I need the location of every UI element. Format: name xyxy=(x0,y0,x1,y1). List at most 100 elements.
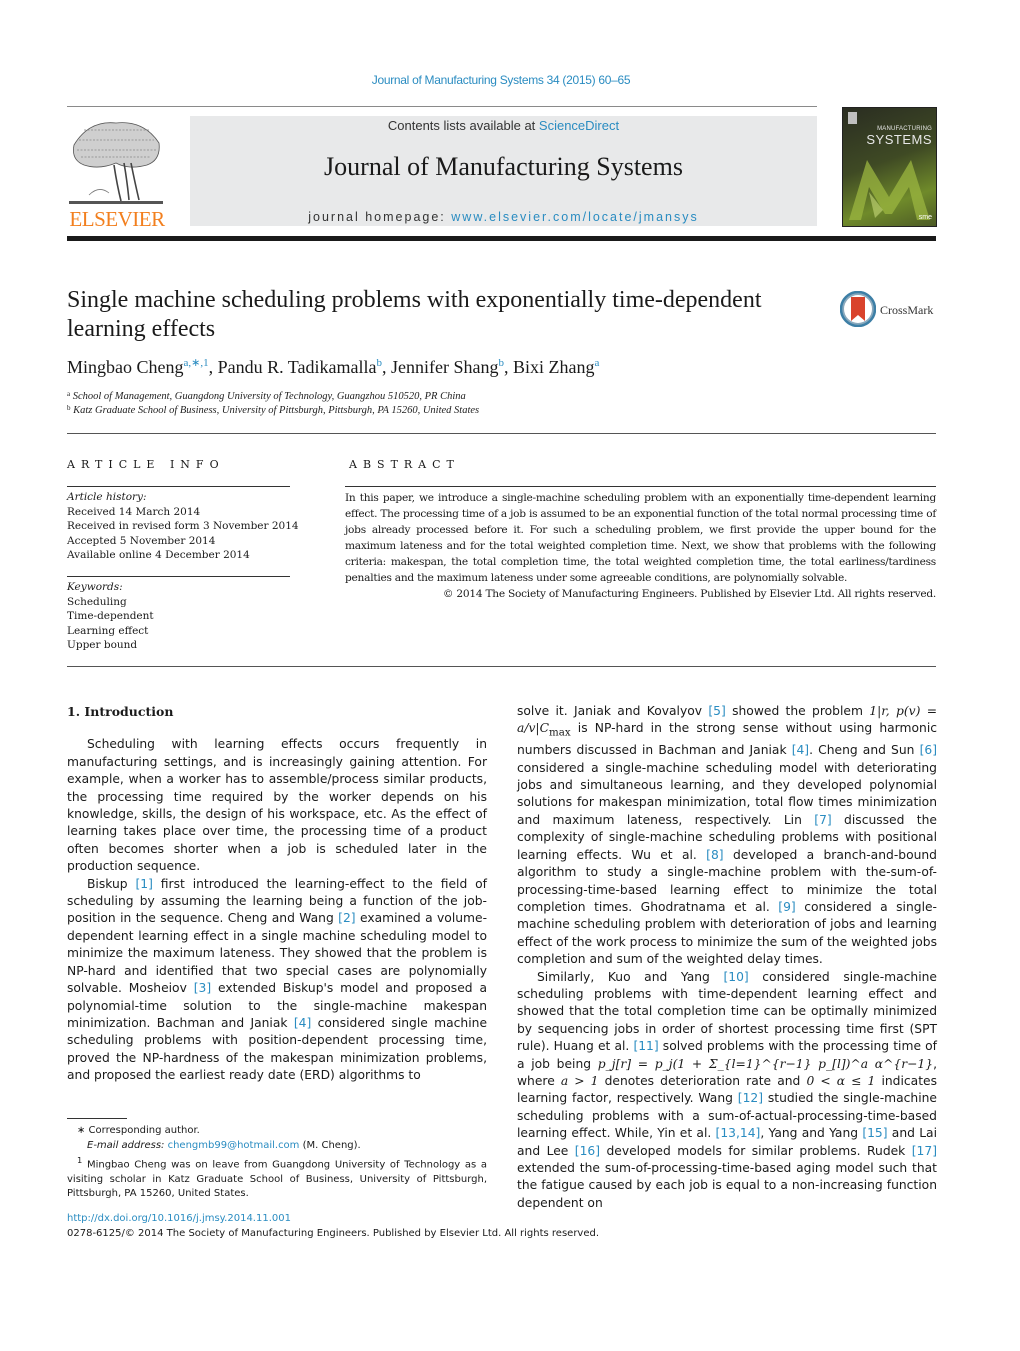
footnote-divider xyxy=(67,1118,127,1119)
citation-link[interactable]: [7] xyxy=(814,813,831,827)
article-info-heading: ARTICLE INFO xyxy=(67,458,225,471)
article-history: Article history: Received 14 March 2014 … xyxy=(67,490,299,563)
affiliations: a School of Management, Guangdong Univer… xyxy=(67,390,479,418)
keyword-item: Learning effect xyxy=(67,624,149,637)
paragraph: solve it. Janiak and Kovalyov [5] showed… xyxy=(517,703,937,969)
footnote-corresponding: ∗ Corresponding author. xyxy=(77,1125,200,1136)
author-name[interactable]: Jennifer Shang xyxy=(391,357,498,377)
keyword-item: Scheduling xyxy=(67,595,127,608)
citation-link[interactable]: [9] xyxy=(778,900,795,914)
abstract-copyright: © 2014 The Society of Manufacturing Engi… xyxy=(442,588,936,600)
doi-link[interactable]: http://dx.doi.org/10.1016/j.jmsy.2014.11… xyxy=(67,1213,291,1224)
journal-masthead: Contents lists available at ScienceDirec… xyxy=(190,116,817,226)
citation-link[interactable]: [12] xyxy=(738,1091,763,1105)
history-label: Article history: xyxy=(67,491,147,503)
body-left-column: 1. Introduction Scheduling with learning… xyxy=(67,703,487,1085)
contents-line: Contents lists available at ScienceDirec… xyxy=(190,118,817,133)
citation-link[interactable]: [2] xyxy=(338,911,355,925)
citation-link[interactable]: [1] xyxy=(136,877,153,891)
author-name[interactable]: Pandu R. Tadikamalla xyxy=(218,357,377,377)
homepage-prefix: journal homepage: xyxy=(308,210,452,224)
citation-link[interactable]: [5] xyxy=(708,704,725,718)
journal-title: Journal of Manufacturing Systems xyxy=(324,152,683,181)
affiliation-item: a School of Management, Guangdong Univer… xyxy=(67,390,479,404)
header-divider xyxy=(67,106,817,107)
text-run: Biskup xyxy=(87,876,136,891)
affiliation-text: Katz Graduate School of Business, Univer… xyxy=(73,405,480,416)
text-run: showed the problem xyxy=(725,704,870,718)
citation-link[interactable]: [6] xyxy=(920,743,937,757)
article-title: Single machine scheduling problems with … xyxy=(67,287,762,342)
cover-title-big: SYSTEMS xyxy=(866,132,932,147)
email-link[interactable]: chengmb99@hotmail.com xyxy=(168,1140,300,1151)
homepage-line: journal homepage: www.elsevier.com/locat… xyxy=(190,210,817,224)
keywords-label: Keywords: xyxy=(67,581,123,593)
homepage-link[interactable]: www.elsevier.com/locate/jmansys xyxy=(451,210,698,224)
body-right-column: solve it. Janiak and Kovalyov [5] showed… xyxy=(517,703,937,1212)
cover-elsevier-badge-icon xyxy=(848,112,857,124)
header-thick-rule xyxy=(67,236,936,241)
section-divider xyxy=(67,433,936,434)
contents-prefix: Contents lists available at xyxy=(387,118,539,133)
author-name[interactable]: Mingbao Cheng xyxy=(67,357,184,377)
history-item: Received 14 March 2014 xyxy=(67,505,201,518)
citation-link[interactable]: [4] xyxy=(792,743,809,757)
cover-sme-logo: sme xyxy=(918,214,932,221)
crossmark-label: CrossMark xyxy=(880,303,934,317)
keyword-item: Time-dependent xyxy=(67,610,154,622)
text-run: developed models for similar problems. R… xyxy=(600,1143,912,1158)
crossmark-button[interactable]: CrossMark xyxy=(840,291,940,329)
elsevier-logo[interactable]: ELSEVIER xyxy=(67,113,167,231)
text-run: extended the sum-of-processing-time-base… xyxy=(517,1161,937,1210)
citation-link[interactable]: [11] xyxy=(633,1039,658,1053)
email-label: E-mail address: xyxy=(87,1139,168,1151)
text-run: solve it. Janiak and Kovalyov xyxy=(517,704,709,718)
footnotes: ∗ Corresponding author. E-mail address: … xyxy=(67,1124,487,1202)
sciencedirect-link[interactable]: ScienceDirect xyxy=(539,118,619,133)
citation-link[interactable]: [8] xyxy=(706,848,723,862)
affiliation-key: b xyxy=(67,404,71,412)
keyword-item: Upper bound xyxy=(67,639,138,651)
citation-link[interactable]: [13,14] xyxy=(716,1126,761,1140)
author-affiliation-sup[interactable]: a,∗,1 xyxy=(184,357,209,369)
citation-link[interactable]: [10] xyxy=(723,970,748,984)
paragraph: Similarly, Kuo and Yang [10] considered … xyxy=(517,969,937,1213)
author-affiliation-sup[interactable]: a xyxy=(594,357,599,369)
text-run: , Yang and Yang xyxy=(760,1126,863,1141)
math-condition: a > 1 xyxy=(560,1073,599,1088)
abstract-divider xyxy=(345,486,936,487)
history-item: Available online 4 December 2014 xyxy=(67,549,250,561)
citation-link[interactable]: [15] xyxy=(862,1126,887,1140)
text-run: Similarly, Kuo and Yang xyxy=(537,969,724,984)
author-separator: , xyxy=(208,357,218,377)
abstract-text: In this paper, we introduce a single-mac… xyxy=(345,492,936,584)
keywords: Keywords: Scheduling Time-dependent Lear… xyxy=(67,580,154,653)
author-name[interactable]: Bixi Zhang xyxy=(513,357,595,377)
author-separator: , xyxy=(382,357,391,377)
affiliation-key: a xyxy=(67,390,71,398)
citation-link[interactable]: [3] xyxy=(194,981,211,995)
doi-block: http://dx.doi.org/10.1016/j.jmsy.2014.11… xyxy=(67,1212,599,1241)
citation-link[interactable]: [16] xyxy=(575,1144,600,1158)
citation-link[interactable]: [17] xyxy=(912,1144,937,1158)
citation-link[interactable]: [4] xyxy=(294,1016,311,1030)
history-item: Accepted 5 November 2014 xyxy=(67,534,216,547)
footnote-email: E-mail address: chengmb99@hotmail.com (M… xyxy=(67,1139,487,1154)
journal-cover-image[interactable]: MANUFACTURING SYSTEMS sme xyxy=(842,107,937,227)
author-separator: , xyxy=(503,357,513,377)
affiliation-item: b Katz Graduate School of Business, Univ… xyxy=(67,404,479,418)
front-matter-divider xyxy=(67,666,936,667)
affiliation-text: School of Management, Guangdong Universi… xyxy=(72,391,466,402)
keywords-divider xyxy=(67,576,290,577)
abstract-body: In this paper, we introduce a single-mac… xyxy=(345,490,936,602)
math-sub: max xyxy=(548,726,571,739)
crossmark-icon xyxy=(840,291,876,327)
journal-citation-link[interactable]: Journal of Manufacturing Systems 34 (201… xyxy=(0,73,1002,87)
paragraph: Scheduling with learning effects occurs … xyxy=(67,737,487,874)
elsevier-tree-icon xyxy=(69,122,163,204)
paragraph: Biskup [1] first introduced the learning… xyxy=(67,876,487,1085)
issn-copyright: 0278-6125/© 2014 The Society of Manufact… xyxy=(67,1227,600,1239)
text-run: . Cheng and Sun xyxy=(809,743,920,758)
abstract-heading: ABSTRACT xyxy=(349,458,460,471)
cover-title: MANUFACTURING SYSTEMS xyxy=(866,126,932,147)
